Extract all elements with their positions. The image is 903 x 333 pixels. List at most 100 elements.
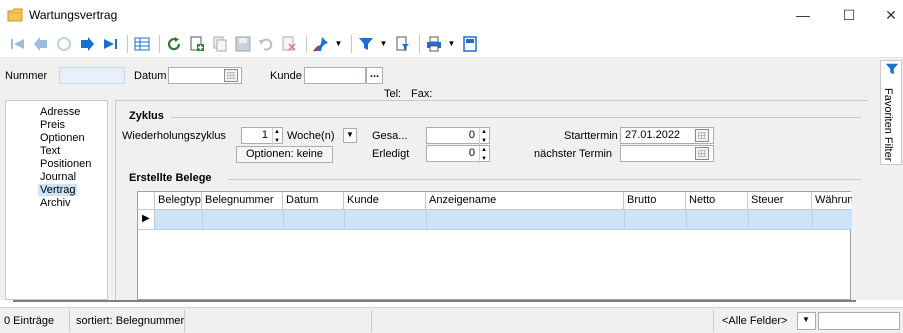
column-header-belegtyp[interactable]: Belegtyp [155,192,202,210]
nav-item-positionen[interactable]: Positionen [40,158,91,170]
column-header-netto[interactable]: Netto [686,192,748,210]
filter-dropdown-icon[interactable]: ▼ [379,34,388,54]
kunde-label: Kunde [270,70,302,82]
kunde-lookup-button[interactable]: ... [366,67,383,84]
first-record-icon[interactable] [8,34,28,54]
nav-item-adresse[interactable]: Adresse [40,106,80,118]
filter-icon [885,63,899,75]
calendar-icon[interactable] [695,129,709,142]
erledigt-label: Erledigt [372,148,410,160]
cell-divider [748,210,749,230]
delete-record-icon[interactable] [279,34,299,54]
refresh-record-icon[interactable] [54,34,74,54]
naechster-termin-label: nächster Termin [534,148,613,160]
column-header-waehrung[interactable]: Währung [812,192,852,210]
column-header-datum[interactable]: Datum [283,192,344,210]
column-header-brutto[interactable]: Brutto [624,192,686,210]
filter-field-dropdown[interactable]: ▼ [797,312,816,330]
naechster-termin-field[interactable] [620,145,714,162]
pin-icon[interactable] [311,34,331,54]
table-row[interactable] [138,210,852,230]
sort-status: sortiert: Belegnummer [72,310,185,332]
window-title: Wartungsvertrag [29,8,118,22]
status-segment [374,310,714,332]
toolbar-separator [306,34,307,53]
column-header-belegnummer[interactable]: Belegnummer [202,192,283,210]
toolbar: ▼ ▼ ▼ [0,30,903,58]
erledigt-spin-icon[interactable] [479,146,489,163]
cell-divider [344,210,345,230]
datum-field[interactable] [168,67,242,84]
nav-item-archiv[interactable]: Archiv [40,197,71,209]
save-icon[interactable] [233,34,253,54]
gesamt-label: Gesa... [372,130,408,142]
filter-field-value[interactable]: <Alle Felder> [722,310,792,332]
column-header-kunde[interactable]: Kunde [344,192,426,210]
row-marker-icon: ▶ [142,213,150,224]
undo-icon[interactable] [256,34,276,54]
tel-label: Tel: [384,88,402,100]
group-divider [228,179,861,180]
einheit-value: Woche(n) [287,130,335,142]
last-record-icon[interactable] [100,34,120,54]
nav-item-text[interactable]: Text [40,145,60,157]
title-bar: Wartungsvertrag — ☐ ✕ [0,0,903,30]
section-nav: Adresse Preis Optionen Text Positionen J… [5,100,108,300]
kunde-field[interactable] [304,67,366,84]
column-header-steuer[interactable]: Steuer [748,192,812,210]
cell-divider [686,210,687,230]
nummer-field[interactable] [59,67,125,84]
belege-table: Belegtyp Belegnummer Datum Kunde Anzeige… [137,191,852,300]
toolbar-separator [127,34,128,53]
column-header-anzeigename[interactable]: Anzeigename [426,192,624,210]
reload-icon[interactable] [164,34,184,54]
datum-label: Datum [134,70,167,82]
gesamt-field[interactable]: 0 [426,127,490,145]
copy-record-icon[interactable] [210,34,230,54]
wiederholung-spin-icon[interactable] [272,128,282,145]
cell-divider [812,210,813,230]
group-divider [171,117,861,118]
nav-item-vertrag[interactable]: Vertrag [38,184,78,196]
calendar-icon[interactable] [224,69,238,82]
belege-group-title: Erstellte Belege [129,172,212,184]
status-bar: 0 Einträge sortiert: Belegnummer <Alle F… [0,307,903,333]
print-icon[interactable] [424,34,444,54]
nav-item-journal[interactable]: Journal [40,171,76,183]
filter-search-input[interactable] [818,312,900,330]
wiederholungszyklus-field[interactable]: 1 [241,127,283,145]
cell-divider [202,210,203,230]
nav-item-optionen[interactable]: Optionen [40,132,85,144]
nav-item-preis[interactable]: Preis [40,119,65,131]
next-record-icon[interactable] [77,34,97,54]
maximize-button[interactable]: ☐ [826,0,872,30]
table-view-icon[interactable] [132,34,152,54]
einheit-dropdown[interactable]: ▼ [343,128,357,143]
toolbar-separator [159,34,160,53]
minimize-button[interactable]: — [780,0,826,30]
pin-dropdown-icon[interactable]: ▼ [334,34,343,54]
chevron-down-icon: ▼ [802,315,810,324]
new-record-icon[interactable] [187,34,207,54]
previous-record-icon[interactable] [31,34,51,54]
filter-icon[interactable] [356,34,376,54]
gesamt-spin-icon[interactable] [479,128,489,145]
toolbar-separator [351,34,352,53]
favoriten-filter-label: Favoriten Filter [882,88,894,162]
close-button[interactable]: ✕ [868,0,903,30]
optionen-button[interactable]: Optionen: keine [236,146,333,163]
status-segment [187,310,372,332]
row-selector[interactable]: ▶ [138,210,155,230]
horizontal-scrollbar[interactable] [13,300,856,302]
print-dropdown-icon[interactable]: ▼ [447,34,456,54]
filter-doc-icon[interactable] [392,34,412,54]
cell-divider [283,210,284,230]
starttermin-field[interactable]: 27.01.2022 [620,127,714,144]
cell-divider [426,210,427,230]
cell-divider [624,210,625,230]
layout-icon[interactable] [460,34,480,54]
folder-icon [7,8,23,22]
fax-label: Fax: [411,88,433,100]
erledigt-field[interactable]: 0 [426,145,490,163]
calendar-icon[interactable] [695,147,709,160]
